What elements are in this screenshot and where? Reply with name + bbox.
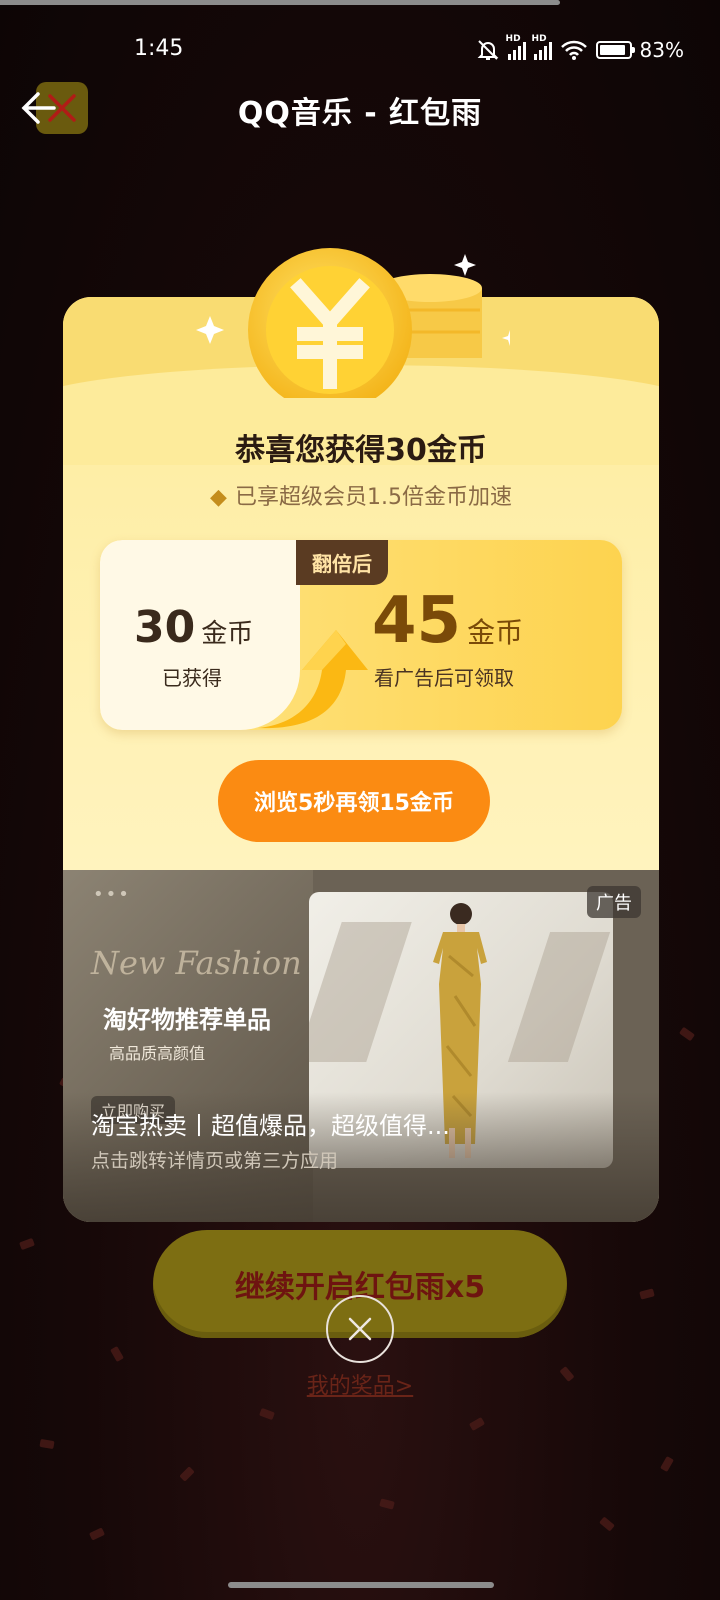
arrow-up-icon — [258, 630, 368, 729]
coin-illustration — [196, 248, 510, 398]
doubled-unit: 金币 — [467, 616, 524, 649]
home-indicator[interactable] — [228, 1582, 494, 1588]
earned-unit: 金币 — [201, 619, 254, 649]
hd-signal-icon: HD — [532, 34, 552, 60]
earned-label: 已获得 — [162, 666, 222, 690]
earned-amount: 30 金币 — [134, 602, 253, 653]
ad-subline: 高品质高颜值 — [109, 1044, 206, 1063]
doubled-amount: 45 金币 — [372, 584, 523, 658]
ad-description: 点击跳转详情页或第三方应用 — [91, 1150, 339, 1172]
battery-percent: 83% — [639, 38, 684, 62]
wifi-icon — [560, 40, 587, 60]
ad-tag: 广告 — [587, 886, 641, 918]
browse-reward-button[interactable]: 浏览5秒再领15金币 — [218, 760, 490, 842]
page-title: QQ音乐 - 红包雨 — [237, 96, 483, 131]
vip-note: ◆ 已享超级会员1.5倍金币加速 — [63, 479, 659, 511]
ad-title: 淘宝热卖丨超值爆品，超级值得... — [91, 1112, 450, 1140]
my-prizes-link[interactable]: 我的奖品> — [0, 1368, 720, 1400]
doubled-label: 看广告后可领取 — [374, 666, 514, 690]
doubled-number: 45 — [372, 584, 462, 658]
status-time: 1:45 — [134, 36, 184, 61]
ad-banner[interactable]: ••• New Fashion 淘好物推荐单品 高品质高颜值 广告 立即购买 淘… — [63, 870, 659, 1222]
hd-signal-icon: HD — [506, 34, 526, 60]
window-shadow — [309, 922, 412, 1062]
reward-card: 恭喜您获得30金币 ◆ 已享超级会员1.5倍金币加速 30 金币 已获得 翻倍后 4… — [63, 297, 659, 1222]
top-progress-line — [0, 0, 560, 5]
close-button[interactable] — [326, 1295, 394, 1363]
ad-script-text: New Fashion — [91, 944, 302, 982]
close-icon — [348, 1317, 372, 1341]
earned-number: 30 — [134, 602, 196, 653]
battery-icon — [595, 41, 635, 59]
mute-bell-icon — [477, 40, 498, 60]
ad-headline: 淘好物推荐单品 — [103, 1006, 271, 1034]
status-icons: HD HD 83% — [476, 34, 684, 64]
vip-note-text: 已享超级会员1.5倍金币加速 — [234, 485, 512, 510]
double-badge: 翻倍后 — [296, 540, 388, 585]
congrats-title: 恭喜您获得30金币 — [235, 433, 487, 468]
window-shadow — [507, 932, 611, 1062]
reward-compare-box: 30 金币 已获得 翻倍后 45 金币 看广告后可领取 — [100, 540, 622, 730]
ad-more-icon[interactable]: ••• — [93, 884, 131, 905]
vip-diamond-icon: ◆ — [210, 485, 227, 510]
